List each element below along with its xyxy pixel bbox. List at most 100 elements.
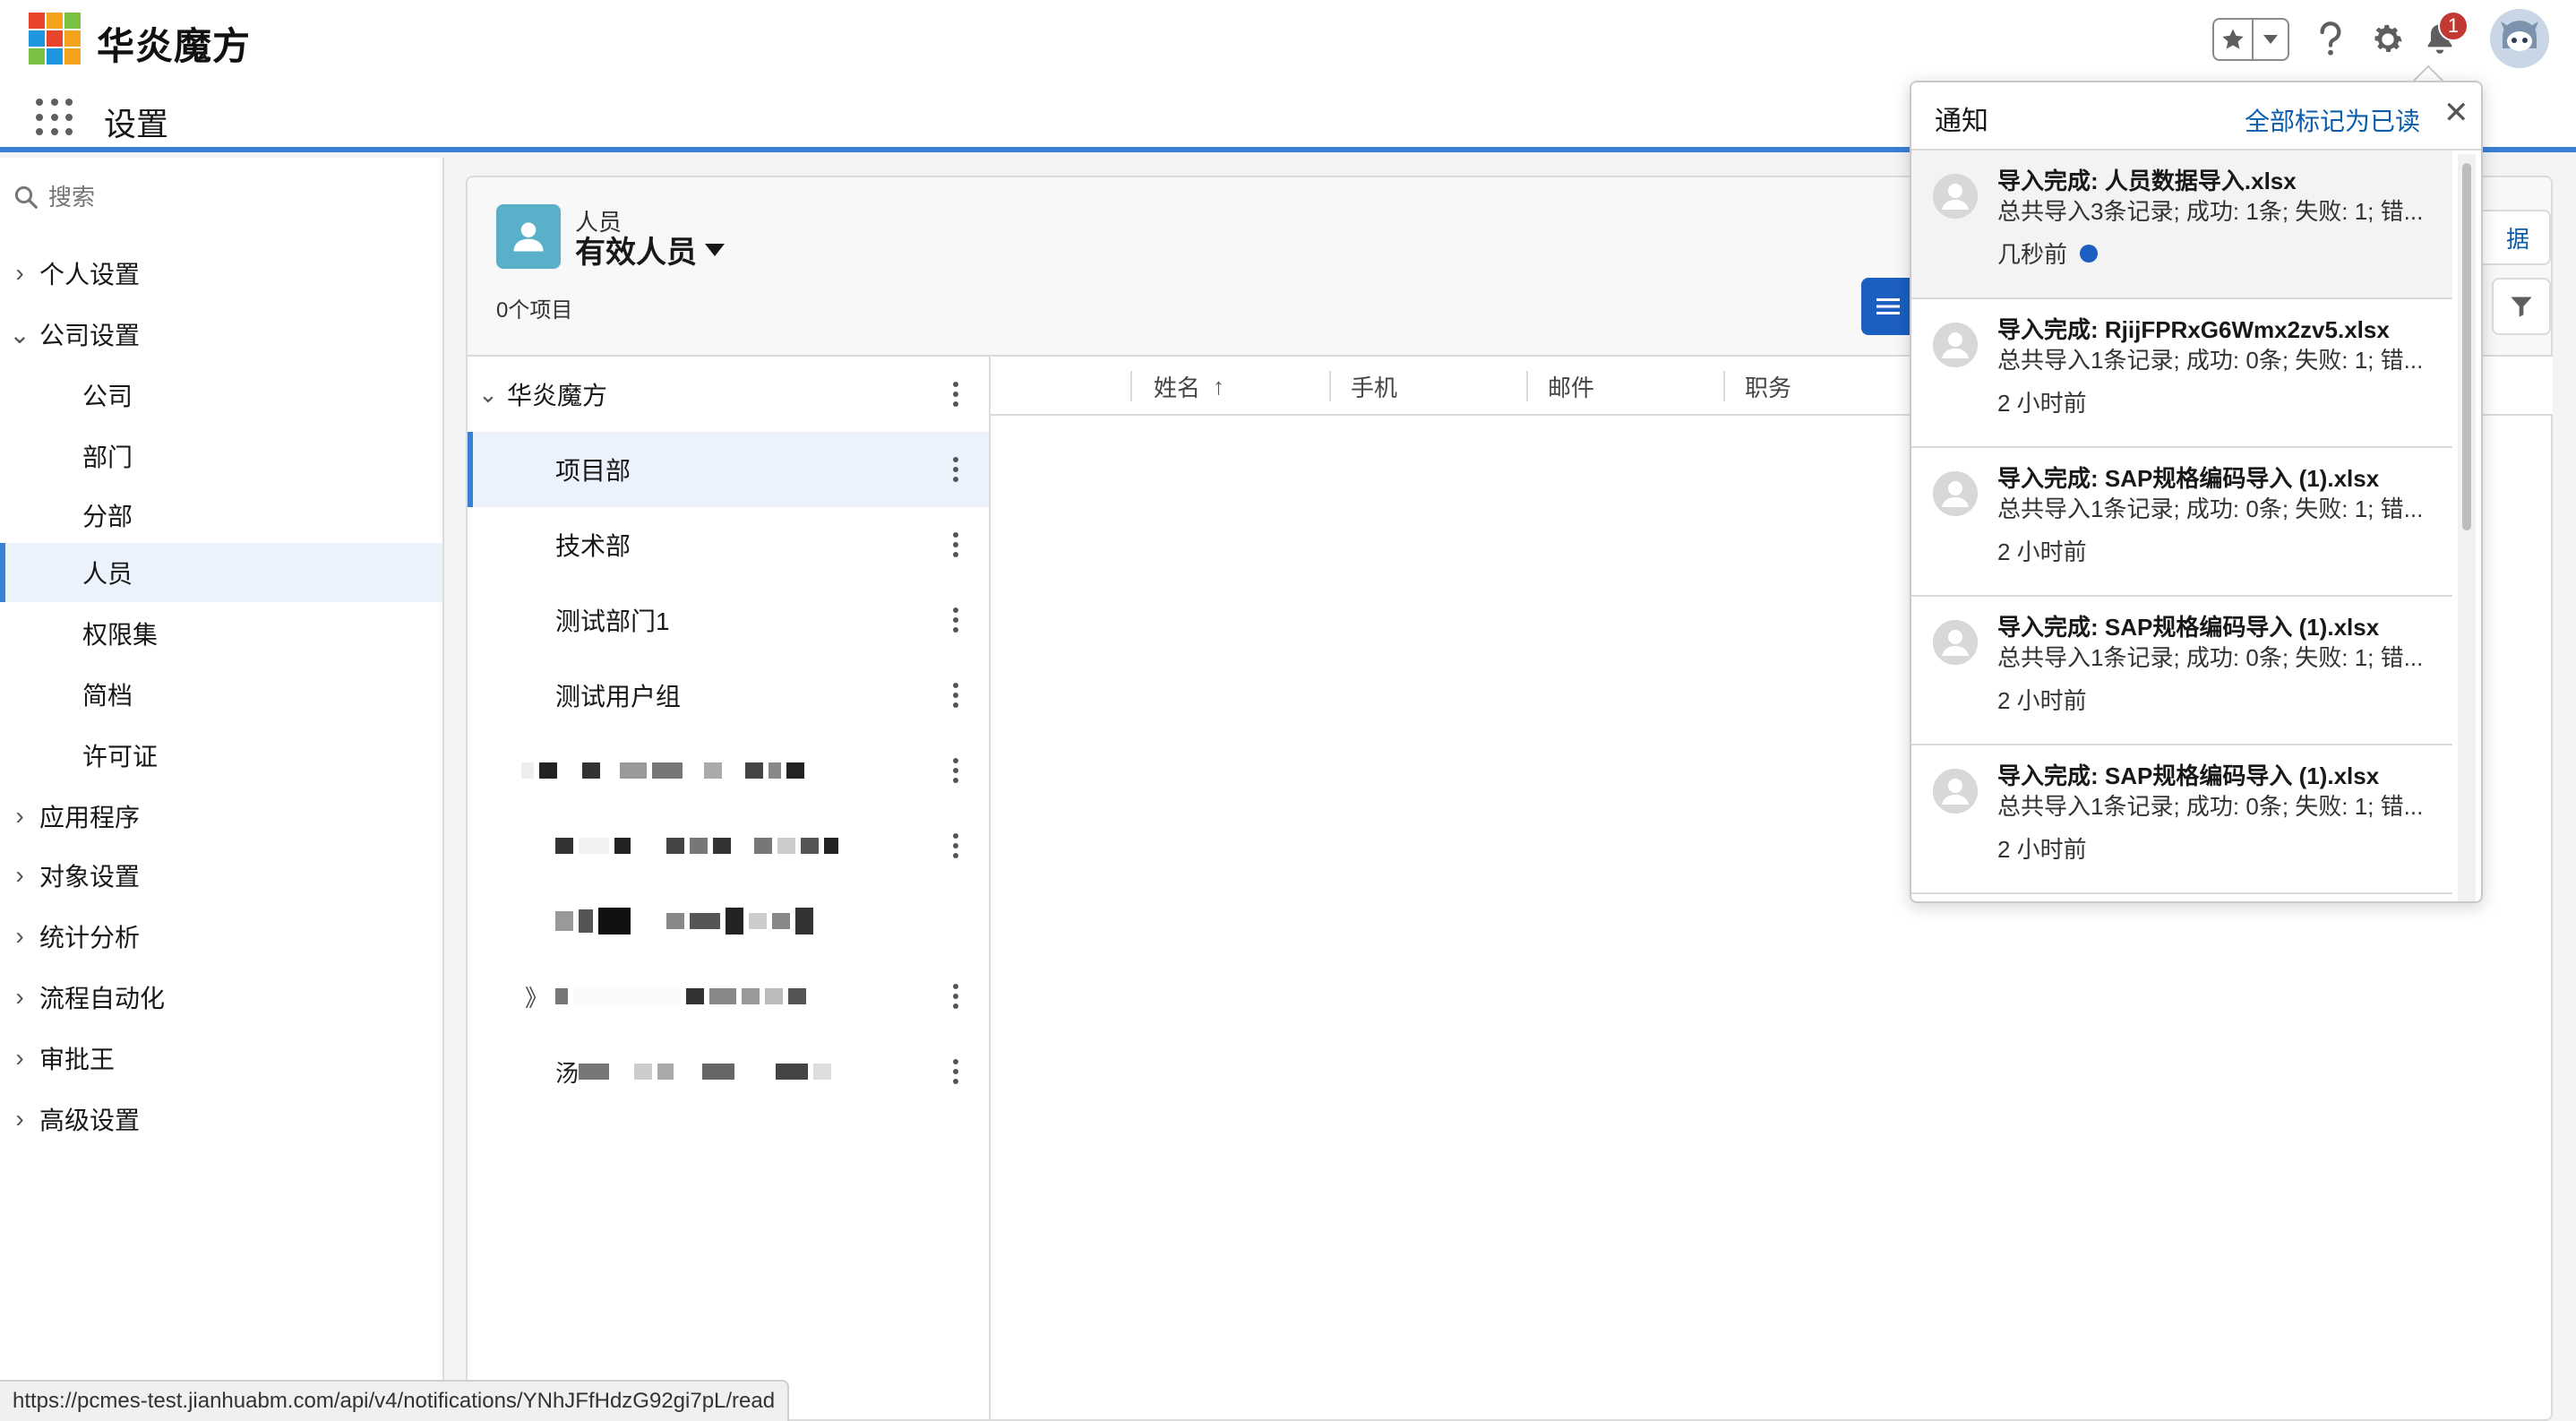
more-actions-icon[interactable]: [953, 984, 958, 1009]
sidebar-item-applications[interactable]: › 应用程序: [0, 787, 442, 846]
sidebar-item-department[interactable]: 部门: [0, 426, 442, 486]
sidebar-item-advanced-settings[interactable]: › 高级设置: [0, 1089, 442, 1149]
notifications-title: 通知: [1935, 107, 1988, 136]
redacted-text: [555, 838, 838, 854]
help-icon[interactable]: [2307, 16, 2354, 63]
notifications-panel: 通知 全部标记为已读 ✕ 导入完成: 人员数据导入.xlsx 总共导入3条记录;…: [1910, 81, 2483, 903]
more-actions-icon[interactable]: [953, 758, 958, 783]
chevron-right-icon: ›: [15, 802, 24, 830]
sidebar-item-people[interactable]: 人员: [0, 543, 442, 602]
person-icon: [496, 204, 561, 269]
chevron-down-icon[interactable]: ⌄: [478, 381, 507, 409]
tree-node-redacted[interactable]: 汤: [468, 1034, 989, 1109]
partial-label-glyph: 》: [525, 984, 549, 1012]
list-view-name: 有效人员: [575, 236, 697, 270]
chevron-right-icon: ›: [15, 1044, 24, 1072]
brand-name: 华炎魔方: [97, 24, 252, 68]
chevron-down-icon: ⌄: [9, 320, 30, 349]
more-actions-icon[interactable]: [953, 607, 958, 633]
column-header-title[interactable]: 职务: [1723, 357, 1920, 416]
org-tree: ⌄ 华炎魔方 项目部 技术部 测试部门1 测试用户组 》 汤: [468, 357, 991, 1421]
avatar-placeholder-icon: [1933, 620, 1978, 665]
avatar-placeholder-icon: [1933, 471, 1978, 516]
gear-icon[interactable]: [2365, 16, 2411, 63]
notification-item[interactable]: 导入完成: SAP规格编码导入 (1).xlsx 总共导入1条记录; 成功: 0…: [1911, 597, 2452, 745]
list-display-toggle[interactable]: [1861, 278, 1915, 335]
chevron-down-icon[interactable]: [2254, 20, 2288, 59]
global-header: 华炎魔方 1: [0, 0, 2576, 77]
link-preview-statusbar: https://pcmes-test.jianhuabm.com/api/v4/…: [0, 1380, 790, 1421]
notifications-scrollbar[interactable]: [2458, 154, 2476, 901]
search-icon: [14, 185, 38, 209]
user-avatar[interactable]: [2490, 9, 2549, 68]
mark-all-read-link[interactable]: 全部标记为已读: [2245, 102, 2420, 138]
avatar-placeholder-icon: [1933, 323, 1978, 367]
sidebar-item-company-settings[interactable]: ⌄ 公司设置: [0, 305, 442, 364]
tree-node[interactable]: 测试用户组: [468, 658, 989, 733]
more-actions-icon[interactable]: [953, 382, 958, 407]
sidebar-item-process-automation[interactable]: › 流程自动化: [0, 968, 442, 1027]
more-actions-icon[interactable]: [953, 457, 958, 482]
notifications-header: 通知 全部标记为已读 ✕: [1911, 82, 2481, 151]
sidebar-item-licenses[interactable]: 许可证: [0, 726, 442, 785]
chevron-right-icon: ›: [15, 259, 24, 287]
sidebar-item-object-settings[interactable]: › 对象设置: [0, 846, 442, 905]
tree-node-redacted: [468, 883, 989, 959]
partial-label-glyph: 汤: [555, 1059, 580, 1087]
tree-node-redacted[interactable]: [468, 808, 989, 883]
notification-count-badge: 1: [2438, 11, 2469, 41]
list-view-switcher[interactable]: 有效人员: [575, 228, 726, 271]
tree-node-redacted[interactable]: 》: [468, 959, 989, 1034]
redacted-text: [579, 1064, 832, 1080]
tree-node[interactable]: 项目部: [468, 432, 989, 507]
more-actions-icon[interactable]: [953, 683, 958, 708]
sidebar-item-company[interactable]: 公司: [0, 366, 442, 425]
sidebar-item-personal-settings[interactable]: › 个人设置: [0, 244, 442, 303]
brand-logo-icon: [29, 13, 81, 65]
close-icon[interactable]: ✕: [2443, 95, 2469, 131]
filter-icon: [2511, 297, 2532, 317]
tree-node[interactable]: 测试部门1: [468, 582, 989, 658]
more-actions-icon[interactable]: [953, 833, 958, 858]
chevron-right-icon: ›: [15, 983, 24, 1011]
filter-button[interactable]: [2492, 278, 2551, 335]
sidebar-item-profiles[interactable]: 简档: [0, 665, 442, 724]
scrollbar-thumb[interactable]: [2462, 163, 2471, 530]
star-icon[interactable]: [2214, 20, 2254, 59]
sidebar-item-analytics[interactable]: › 统计分析: [0, 907, 442, 966]
list-icon: [1876, 298, 1900, 314]
chevron-right-icon: ›: [15, 922, 24, 950]
tree-node[interactable]: 技术部: [468, 507, 989, 582]
column-header-phone[interactable]: 手机: [1329, 357, 1526, 416]
notification-item[interactable]: 导入完成: RjijFPRxG6Wmx2zv5.xlsx 总共导入1条记录; 成…: [1911, 299, 2452, 448]
unread-indicator-icon: [2080, 244, 2099, 263]
sidebar-item-branch[interactable]: 分部: [0, 486, 442, 545]
caret-down-icon: [705, 243, 725, 256]
app-title: 设置: [104, 106, 169, 142]
sidebar-item-permission-sets[interactable]: 权限集: [0, 604, 442, 663]
more-actions-icon[interactable]: [953, 532, 958, 557]
sidebar-item-approvals[interactable]: › 审批王: [0, 1029, 442, 1088]
tree-root[interactable]: ⌄ 华炎魔方: [468, 357, 989, 432]
sidebar-search[interactable]: [13, 179, 407, 215]
redacted-text: [555, 988, 806, 1004]
item-count: 0个项目: [496, 298, 573, 323]
notification-item[interactable]: 导入完成: SAP规格编码导入 (1).xlsx 总共导入1条记录; 成功: 0…: [1911, 448, 2452, 597]
avatar-placeholder-icon: [1933, 769, 1978, 814]
more-actions-icon[interactable]: [953, 1059, 958, 1084]
column-header-email[interactable]: 邮件: [1526, 357, 1723, 416]
column-header-name[interactable]: 姓名 ↑: [1132, 357, 1329, 416]
avatar-placeholder-icon: [1933, 174, 1978, 219]
notification-item[interactable]: 导入完成: SAP规格编码导入 (1).xlsx 总共导入1条记录; 成功: 0…: [1911, 745, 2452, 894]
tree-node-redacted[interactable]: [468, 733, 989, 808]
redacted-text: [521, 762, 804, 779]
sort-ascending-icon: ↑: [1213, 372, 1225, 400]
setup-sidebar: ›个人设置 ⌄公司设置 公司 部门 分部 人员 权限集 简档 许可证 ›应用程序…: [0, 158, 444, 1421]
chevron-right-icon: ›: [15, 861, 24, 889]
app-launcher-icon[interactable]: [36, 99, 73, 136]
redacted-text: [555, 908, 813, 934]
favorites-button[interactable]: [2212, 18, 2289, 61]
sidebar-search-input[interactable]: [48, 183, 407, 211]
notification-item[interactable]: 导入完成: 人员数据导入.xlsx 总共导入3条记录; 成功: 1条; 失败: …: [1911, 151, 2452, 299]
chevron-right-icon: ›: [15, 1105, 24, 1132]
